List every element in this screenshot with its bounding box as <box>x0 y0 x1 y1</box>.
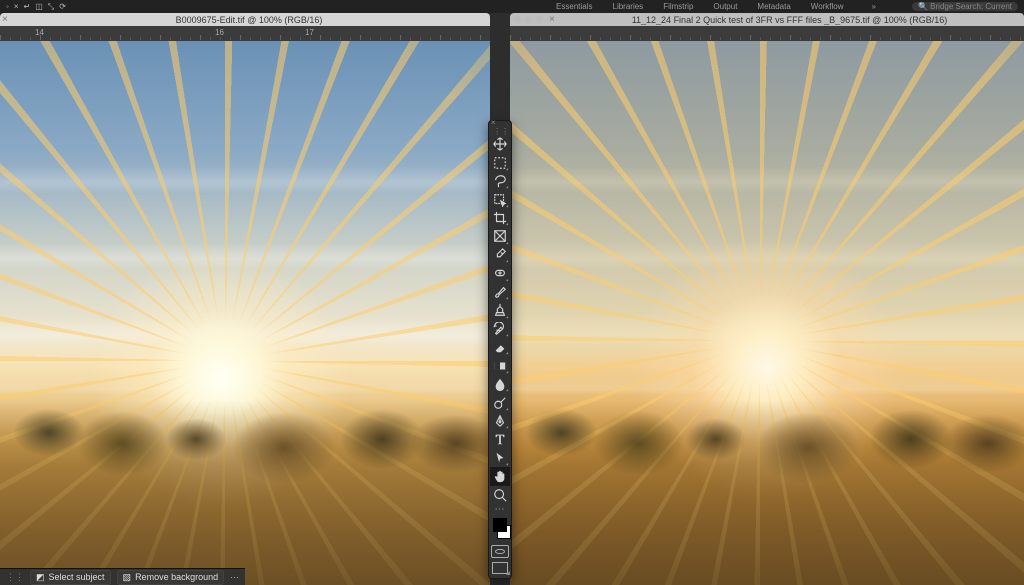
dodge-tool[interactable] <box>490 393 510 411</box>
screen-mode-button[interactable] <box>492 562 508 574</box>
close-tab-icon[interactable]: × <box>2 14 10 25</box>
ruler-tick: 14 <box>35 28 44 37</box>
drag-handle-icon[interactable]: ⋮⋮ <box>6 572 24 583</box>
horizontal-ruler[interactable]: 14 16 17 <box>0 26 490 41</box>
zoom-tool[interactable] <box>490 486 510 504</box>
color-swatches[interactable] <box>490 516 511 545</box>
canvas-area[interactable] <box>0 41 490 585</box>
workspace-tab[interactable]: Metadata <box>757 2 790 11</box>
horizontal-ruler[interactable] <box>510 26 1024 41</box>
application-topbar: ◦×↵◫⤡⟳ Essentials Libraries Filmstrip Ou… <box>0 0 1024 13</box>
tools-panel[interactable]: × ⋮⋮ ⋯ <box>488 120 512 579</box>
workspace-overflow-icon[interactable]: » <box>872 2 876 11</box>
workspace-tab[interactable]: Filmstrip <box>663 2 693 11</box>
blur-tool[interactable] <box>490 375 510 393</box>
move-tool[interactable] <box>490 135 510 153</box>
document-tabbar[interactable]: × 11_12_24 Final 2 Quick test of 3FR vs … <box>510 13 1024 26</box>
contextual-taskbar: ⋮⋮ ◩ Select subject ▧ Remove background … <box>0 568 245 585</box>
search-placeholder: Bridge Search: Current <box>930 2 1012 11</box>
image-treeline <box>510 400 1024 585</box>
workspace-tab[interactable]: Essentials <box>556 2 592 11</box>
gradient-tool[interactable] <box>490 356 510 374</box>
remove-background-button[interactable]: ▧ Remove background <box>117 570 225 585</box>
object-select-tool[interactable] <box>490 190 510 208</box>
document-title: 11_12_24 Final 2 Quick test of 3FR vs FF… <box>557 15 1022 25</box>
eyedropper-tool[interactable] <box>490 246 510 264</box>
workspace-tabs: Essentials Libraries Filmstrip Output Me… <box>556 2 876 11</box>
more-options-icon[interactable]: ⋯ <box>230 572 239 583</box>
ruler-tick: 17 <box>305 28 314 37</box>
window-controls[interactable] <box>514 16 543 23</box>
healing-brush-tool[interactable] <box>490 264 510 282</box>
workspace-tab[interactable]: Workflow <box>811 2 844 11</box>
marquee-tool[interactable] <box>490 153 510 171</box>
document-window-left: × B0009675-Edit.tif @ 100% (RGB/16) 14 1… <box>0 13 490 585</box>
image-treeline <box>0 400 490 585</box>
crop-tool[interactable] <box>490 209 510 227</box>
workspace-tab[interactable]: Libraries <box>613 2 644 11</box>
lasso-tool[interactable] <box>490 172 510 190</box>
remove-background-label: Remove background <box>135 572 218 582</box>
path-select-tool[interactable] <box>490 449 510 467</box>
window-left-icons[interactable]: ◦×↵◫⤡⟳ <box>6 2 66 12</box>
brush-tool[interactable] <box>490 283 510 301</box>
document-window-right: × 11_12_24 Final 2 Quick test of 3FR vs … <box>510 13 1024 585</box>
ruler-tick: 16 <box>215 28 224 37</box>
document-tabbar[interactable]: × B0009675-Edit.tif @ 100% (RGB/16) <box>0 13 490 26</box>
close-tab-icon[interactable]: × <box>549 14 557 25</box>
canvas-area[interactable] <box>510 41 1024 585</box>
select-subject-label: Select subject <box>49 572 105 582</box>
quick-mask-toggle[interactable] <box>491 545 509 559</box>
clone-stamp-tool[interactable] <box>490 301 510 319</box>
foreground-color[interactable] <box>493 518 507 532</box>
remove-background-icon: ▧ <box>123 572 132 583</box>
history-brush-tool[interactable] <box>490 320 510 338</box>
bridge-search[interactable]: 🔍 Bridge Search: Current <box>912 1 1018 12</box>
type-tool[interactable] <box>490 430 510 448</box>
hand-tool[interactable] <box>490 467 510 485</box>
edit-toolbar-icon[interactable]: ⋯ <box>489 504 511 516</box>
eraser-tool[interactable] <box>490 338 510 356</box>
select-subject-icon: ◩ <box>36 572 45 583</box>
panel-grip-icon[interactable]: × ⋮⋮ <box>492 123 508 131</box>
frame-tool[interactable] <box>490 227 510 245</box>
workspace-tab[interactable]: Output <box>713 2 737 11</box>
select-subject-button[interactable]: ◩ Select subject <box>30 570 111 585</box>
pen-tool[interactable] <box>490 412 510 430</box>
document-title: B0009675-Edit.tif @ 100% (RGB/16) <box>10 15 488 25</box>
